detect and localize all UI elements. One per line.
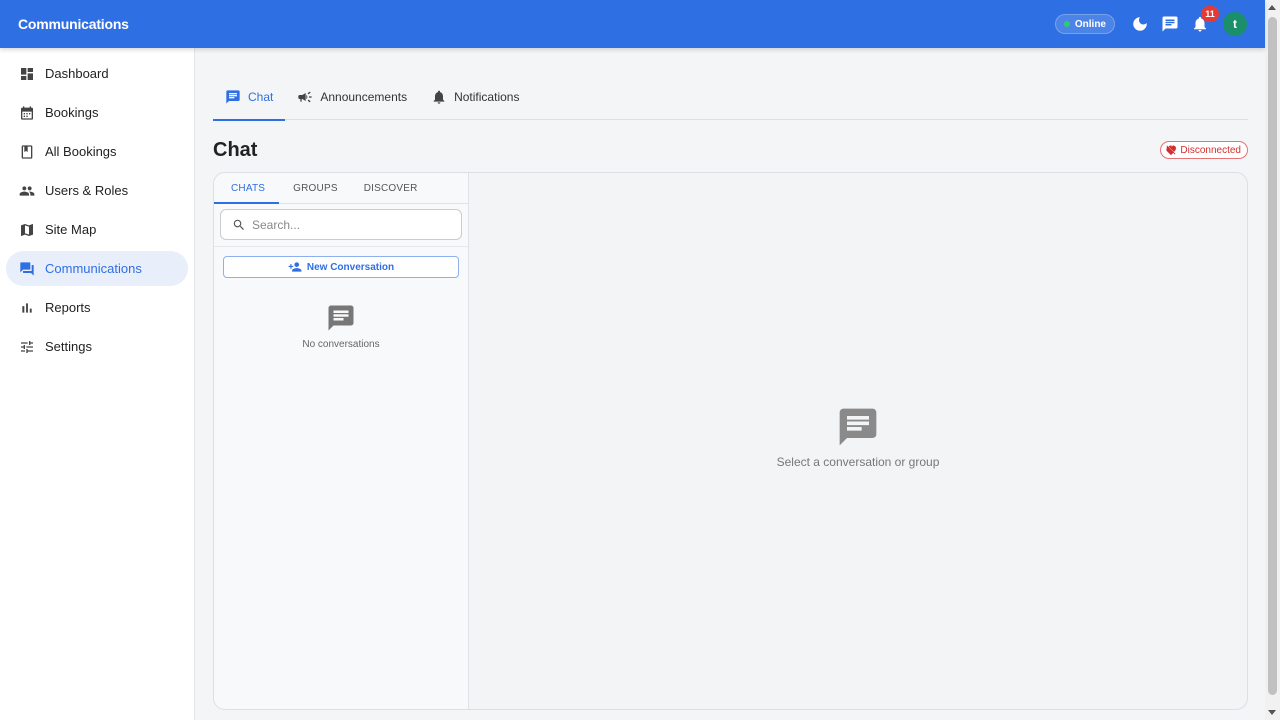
sidebar-item-users-roles[interactable]: Users & Roles xyxy=(6,173,188,208)
sidebar-item-settings[interactable]: Settings xyxy=(6,329,188,364)
calendar-icon xyxy=(18,104,36,122)
new-conversation-button[interactable]: New Conversation xyxy=(223,256,459,278)
campaign-icon xyxy=(298,91,313,103)
new-conversation-label: New Conversation xyxy=(306,261,395,273)
empty-conversation-list: No conversations xyxy=(214,303,468,350)
sidebar-item-label: All Bookings xyxy=(45,144,117,159)
main-content: Chat Announcements Notifications Chat Di… xyxy=(213,48,1248,720)
forum-icon xyxy=(18,260,36,278)
app-bar: Communications Online 11 t xyxy=(0,0,1265,48)
subtab-chats[interactable]: CHATS xyxy=(214,173,280,204)
tune-icon xyxy=(18,338,36,356)
person-add-icon xyxy=(288,262,302,272)
tab-label: Chat xyxy=(248,90,274,104)
sidebar-item-label: Communications xyxy=(45,261,142,276)
dashboard-icon xyxy=(18,65,36,83)
chat-panel: CHATS GROUPS DISCOVER New Conversation N… xyxy=(213,172,1248,710)
message-icon xyxy=(328,305,354,331)
chat-subtabs: CHATS GROUPS DISCOVER xyxy=(214,173,468,204)
page-scrollbar[interactable] xyxy=(1265,0,1280,720)
user-avatar[interactable]: t xyxy=(1223,12,1247,36)
sidebar-item-label: Reports xyxy=(45,300,91,315)
tab-notifications[interactable]: Notifications xyxy=(419,74,531,120)
scroll-up-arrow-icon[interactable] xyxy=(1268,5,1276,10)
connection-status-label: Disconnected xyxy=(1180,144,1241,156)
app-title: Communications xyxy=(18,16,129,32)
sidebar: Dashboard Bookings All Bookings Users & … xyxy=(0,48,195,720)
notifications-button[interactable]: 11 xyxy=(1185,6,1219,39)
tab-chat[interactable]: Chat xyxy=(213,74,286,121)
sidebar-item-label: Site Map xyxy=(45,222,97,237)
connection-status-badge: Disconnected xyxy=(1160,141,1248,159)
conversation-pane: Select a conversation or group xyxy=(469,173,1247,709)
scrollbar-thumb[interactable] xyxy=(1268,17,1277,695)
online-dot-icon xyxy=(1063,21,1070,27)
search-container xyxy=(214,204,468,247)
search-field[interactable] xyxy=(220,209,462,240)
page-title: Chat xyxy=(213,139,258,161)
chat-icon xyxy=(1162,16,1178,32)
section-tabs: Chat Announcements Notifications xyxy=(213,74,1248,121)
message-icon xyxy=(839,408,877,446)
list-book-icon xyxy=(18,143,36,161)
moon-icon xyxy=(1133,17,1147,31)
sidebar-item-site-map[interactable]: Site Map xyxy=(6,212,188,247)
subtab-discover[interactable]: DISCOVER xyxy=(352,173,432,203)
sidebar-item-bookings[interactable]: Bookings xyxy=(6,95,188,130)
sidebar-item-reports[interactable]: Reports xyxy=(6,290,188,325)
people-icon xyxy=(18,182,36,200)
disconnected-icon xyxy=(1166,145,1177,156)
conversation-list-pane: CHATS GROUPS DISCOVER New Conversation N… xyxy=(214,173,469,709)
sidebar-item-dashboard[interactable]: Dashboard xyxy=(6,56,188,91)
sidebar-item-communications[interactable]: Communications xyxy=(6,251,188,286)
search-icon xyxy=(233,219,244,230)
search-input[interactable] xyxy=(252,217,442,232)
sidebar-item-label: Users & Roles xyxy=(45,183,129,198)
map-icon xyxy=(18,221,36,239)
empty-pane-text: Select a conversation or group xyxy=(776,455,940,469)
tab-label: Announcements xyxy=(320,90,408,104)
online-status-toggle[interactable]: Online xyxy=(1054,14,1115,34)
bar-chart-icon xyxy=(18,299,36,317)
tab-announcements[interactable]: Announcements xyxy=(285,74,419,120)
empty-list-text: No conversations xyxy=(302,339,380,350)
chat-icon xyxy=(226,90,240,104)
sidebar-item-label: Bookings xyxy=(45,105,99,120)
scroll-down-arrow-icon[interactable] xyxy=(1268,710,1276,715)
sidebar-item-all-bookings[interactable]: All Bookings xyxy=(6,134,188,169)
online-status-label: Online xyxy=(1074,18,1106,30)
sidebar-item-label: Dashboard xyxy=(45,66,109,81)
dark-mode-button[interactable] xyxy=(1125,9,1155,39)
notification-count-badge: 11 xyxy=(1201,6,1219,22)
empty-conversation-pane: Select a conversation or group xyxy=(469,405,1247,469)
tab-label: Notifications xyxy=(454,90,520,104)
messages-button[interactable] xyxy=(1155,9,1185,39)
app-bar-actions: Online 11 t xyxy=(1054,6,1247,39)
bell-icon xyxy=(433,90,445,104)
sidebar-item-label: Settings xyxy=(45,339,92,354)
subtab-groups[interactable]: GROUPS xyxy=(279,173,352,203)
